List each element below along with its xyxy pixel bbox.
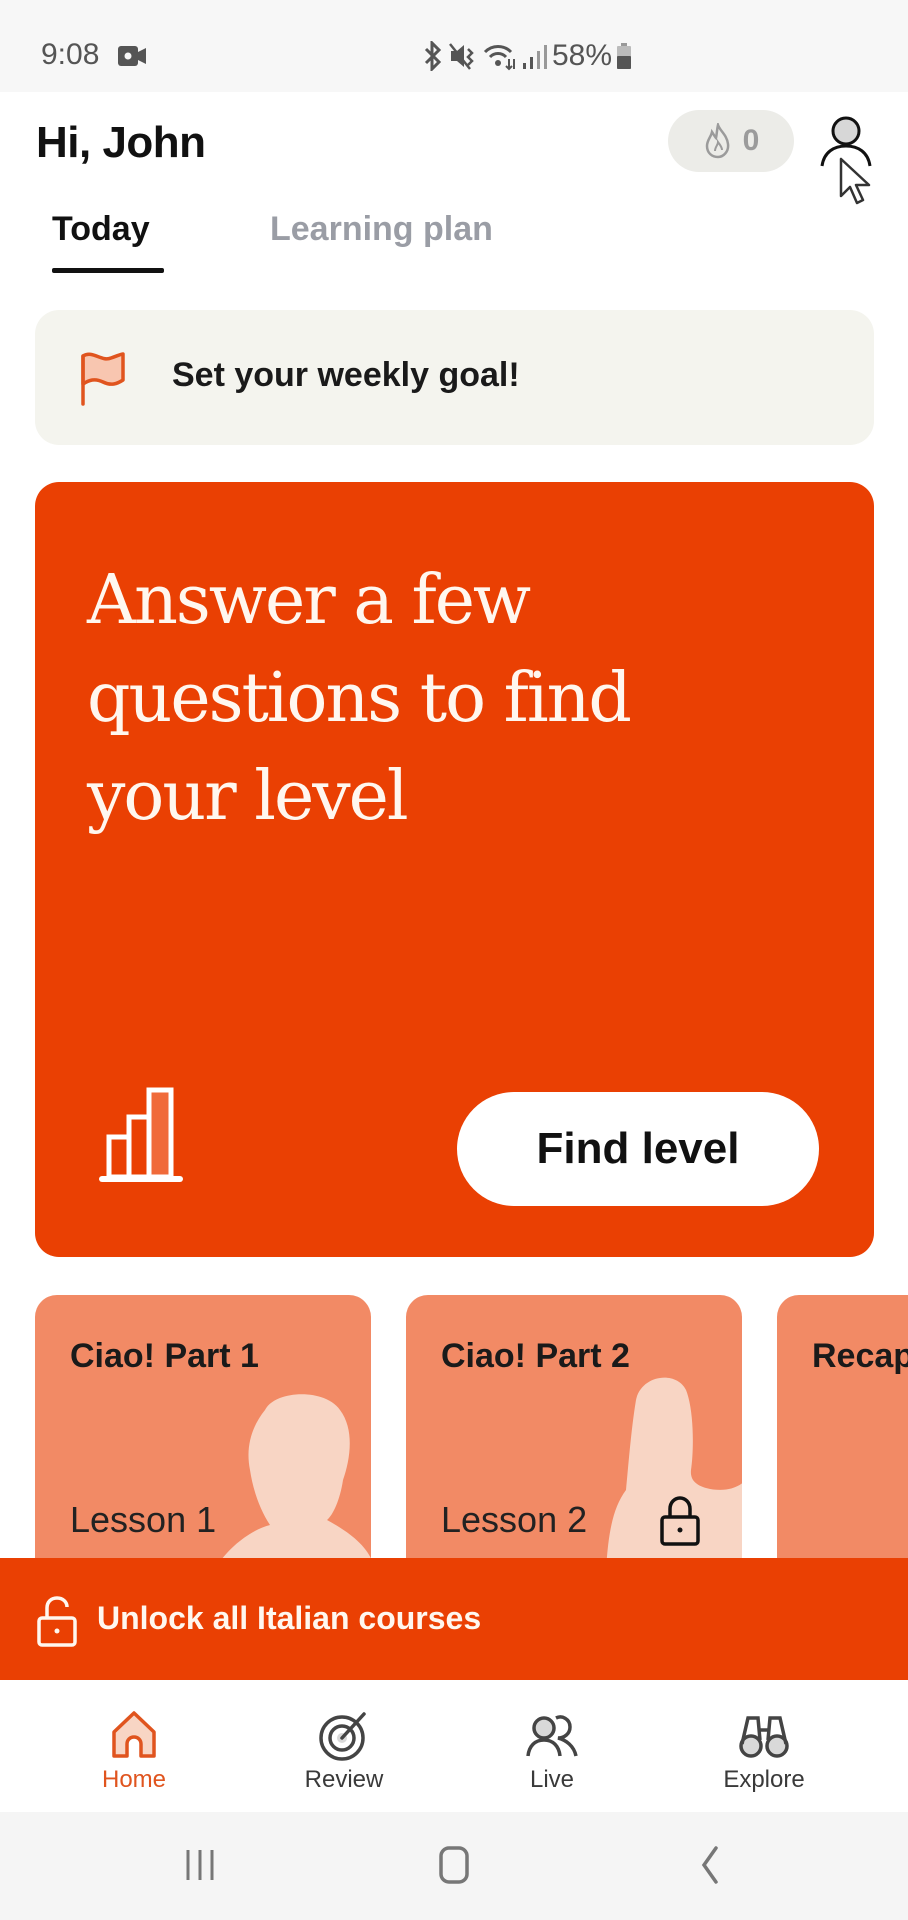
nav-label-home: Home — [101, 1766, 167, 1793]
battery-percent: 58% — [552, 39, 613, 72]
nav-item-review[interactable]: Review — [244, 1680, 444, 1812]
lesson-card[interactable]: Recap — [777, 1295, 908, 1565]
person-silhouette-image — [217, 1394, 371, 1565]
battery-icon — [617, 43, 632, 69]
tab-today[interactable]: Today — [52, 210, 150, 249]
system-navigation-bar — [0, 1812, 908, 1920]
unlock-courses-text: Unlock all Italian courses — [97, 1600, 482, 1636]
back-icon[interactable] — [680, 1840, 740, 1890]
streak-badge[interactable]: 0 — [668, 110, 794, 172]
unlock-icon — [37, 1596, 77, 1647]
flag-icon — [81, 352, 125, 406]
system-home-icon[interactable] — [424, 1840, 484, 1890]
find-level-title: Answer a few questions to find your leve… — [87, 561, 632, 836]
bluetooth-icon — [424, 41, 442, 71]
lesson-card[interactable]: Ciao! Part 2 Lesson 2 — [406, 1295, 742, 1565]
nav-item-home[interactable]: Home — [34, 1680, 234, 1812]
find-level-button[interactable]: Find level — [457, 1092, 819, 1206]
streak-count: 0 — [742, 124, 760, 157]
find-level-card: Answer a few questions to find your leve… — [35, 482, 874, 1257]
nav-label-live: Live — [529, 1766, 575, 1793]
video-recording-icon — [118, 46, 146, 66]
home-icon — [112, 1711, 156, 1758]
lesson-title: Ciao! Part 1 — [70, 1337, 259, 1375]
flame-icon — [705, 123, 729, 159]
recents-icon[interactable] — [170, 1840, 230, 1890]
signal-icon — [523, 45, 547, 69]
nav-item-explore[interactable]: Explore — [664, 1680, 864, 1812]
nav-label-explore: Explore — [723, 1766, 805, 1793]
lesson-subtitle: Lesson 2 — [441, 1499, 588, 1540]
bottom-navigation: Home Review Live Explore — [0, 1680, 908, 1812]
tab-learning-plan[interactable]: Learning plan — [270, 210, 493, 249]
binoculars-icon — [739, 1716, 789, 1758]
status-bar: 9:08 58% — [0, 0, 908, 92]
weekly-goal-text: Set your weekly goal! — [172, 356, 520, 394]
lock-icon — [660, 1496, 700, 1546]
lesson-title: Ciao! Part 2 — [441, 1337, 630, 1375]
lesson-card[interactable]: Ciao! Part 1 Lesson 1 — [35, 1295, 371, 1565]
level-bars-icon — [99, 1087, 183, 1182]
target-icon — [319, 1712, 366, 1761]
weekly-goal-card[interactable]: Set your weekly goal! — [35, 310, 874, 445]
wifi-icon — [483, 45, 515, 71]
greeting-heading: Hi, John — [36, 118, 206, 167]
status-icons: 58% — [422, 38, 632, 74]
mouse-cursor-icon — [839, 157, 871, 205]
nav-item-live[interactable]: Live — [452, 1680, 652, 1812]
lesson-subtitle: Lesson 1 — [70, 1499, 217, 1540]
lesson-title: Recap — [812, 1337, 908, 1375]
active-tab-indicator — [52, 268, 164, 273]
people-icon — [526, 1715, 578, 1757]
status-time: 9:08 — [41, 38, 100, 71]
mute-icon — [449, 43, 474, 70]
nav-label-review: Review — [304, 1766, 384, 1793]
unlock-courses-banner[interactable]: Unlock all Italian courses — [0, 1558, 908, 1680]
